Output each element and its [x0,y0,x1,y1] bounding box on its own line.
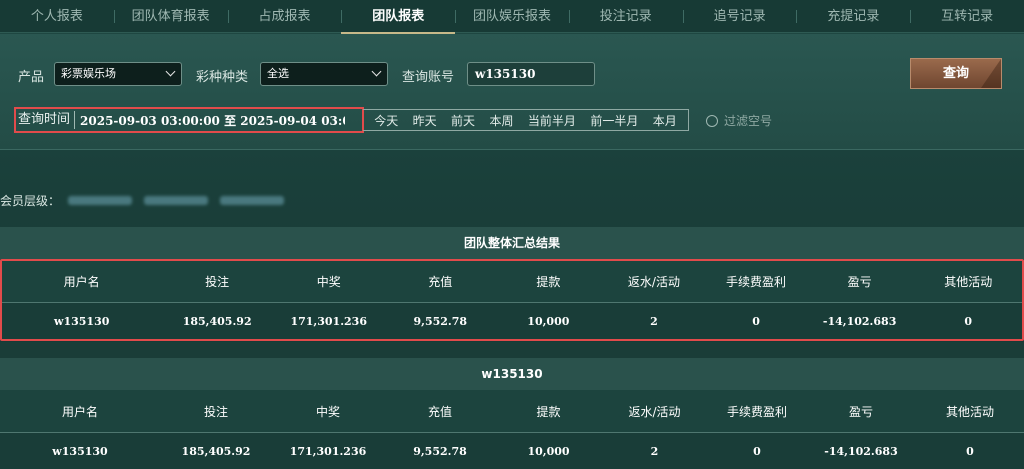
column-header: 投注 [203,404,228,419]
cell-deposit: 9,552.78 [413,444,467,458]
section-divider [0,342,1024,358]
cell-rebate: 2 [650,444,659,458]
column-header: 提款 [536,275,561,289]
cell-profit-loss: -14,102.683 [824,444,898,458]
table-row: w135130 185,405.92 171,301.236 9,552.78 … [2,303,1022,339]
detail-table: 用户名 投注 中奖 充值 提款 返水/活动 手续费盈利 盈亏 其他活动 w135… [0,390,1024,469]
column-header: 手续费盈利 [726,275,787,289]
tab-team-report[interactable]: 团队报表 [341,0,455,34]
column-header: 盈亏 [847,275,872,289]
summary-header-row: 用户名 投注 中奖 充值 提款 返水/活动 手续费盈利 盈亏 其他活动 [2,261,1022,303]
column-header: 盈亏 [848,404,873,419]
redacted-level-2 [144,195,209,205]
column-header: 提款 [536,404,561,419]
member-level-label: 会员层级： [0,193,61,208]
quick-range-this-week[interactable]: 本周 [489,112,513,129]
cell-username[interactable]: w135130 [0,445,160,458]
tab-personal-report[interactable]: 个人报表 [0,0,114,33]
cell-other-activity: 0 [964,314,973,328]
summary-table: 用户名 投注 中奖 充值 提款 返水/活动 手续费盈利 盈亏 其他活动 w135… [0,259,1024,341]
quick-range-group: 今天 昨天 前天 本周 当前半月 前一半月 本月 [363,109,689,131]
redacted-level-1 [68,195,133,205]
summary-title: 团队整体汇总结果 [0,227,1024,259]
query-time-input[interactable]: 2025-09-03 03:00:00 至 2025-09-04 03:00:0… [75,112,345,129]
column-header: 用户名 [63,275,100,289]
cell-deposit: 9,552.78 [413,314,468,328]
filter-panel: 产品 彩票娱乐场 彩种种类 全选 查询账号 w135130 查询 查询时间 20… [0,34,1024,150]
column-header: 充值 [427,404,452,419]
cell-username: w135130 [53,314,110,328]
column-header: 投注 [205,275,230,289]
query-button[interactable]: 查询 [910,58,1002,89]
query-time-range[interactable]: 查询时间 2025-09-03 03:00:00 至 2025-09-04 03… [14,107,364,133]
quick-range-previous-half-month[interactable]: 前一半月 [590,112,638,129]
column-header: 返水/活动 [628,404,681,419]
column-header: 返水/活动 [627,275,680,289]
quick-range-yesterday[interactable]: 昨天 [413,112,437,129]
tab-chase-records[interactable]: 追号记录 [682,0,797,33]
quick-range-current-half-month[interactable]: 当前半月 [528,112,576,129]
cell-bet: 185,405.92 [181,444,251,458]
tab-deposit-withdraw-records[interactable]: 充提记录 [796,0,910,33]
quick-range-this-month[interactable]: 本月 [653,112,677,129]
redacted-level-3 [220,195,285,205]
filter-empty-label: 过滤空号 [724,114,773,128]
query-time-label: 查询时间 [16,111,76,129]
detail-title: w135130 [0,358,1024,390]
product-select[interactable]: 彩票娱乐场 [54,62,182,86]
product-label: 产品 [18,70,45,85]
detail-header-row: 用户名 投注 中奖 充值 提款 返水/活动 手续费盈利 盈亏 其他活动 [0,390,1024,433]
tab-transfer-records[interactable]: 互转记录 [910,0,1024,33]
chevron-down-icon [371,66,382,77]
tab-team-sports-report[interactable]: 团队体育报表 [113,0,228,33]
column-header: 其他活动 [944,275,993,289]
cell-rebate: 2 [650,314,658,328]
lottery-type-select-value: 全选 [267,67,289,80]
cell-fee-profit: 0 [753,444,761,458]
account-input[interactable]: w135130 [467,62,595,86]
report-tabs: 个人报表 团队体育报表 占成报表 团队报表 团队娱乐报表 投注记录 追号记录 充… [0,0,1024,34]
lottery-type-select[interactable]: 全选 [260,62,388,86]
product-select-value: 彩票娱乐场 [61,67,116,80]
cell-withdraw: 10,000 [527,444,570,458]
column-header: 用户名 [61,404,98,419]
tab-team-entertainment-report[interactable]: 团队娱乐报表 [455,0,569,33]
quick-range-day-before[interactable]: 前天 [451,112,475,129]
column-header: 中奖 [315,404,340,419]
table-row: w135130 185,405.92 171,301.236 9,552.78 … [0,433,1024,469]
cell-withdraw: 10,000 [527,314,570,328]
cell-win: 171,301.236 [289,444,367,458]
lottery-type-label: 彩种种类 [196,70,249,85]
column-header: 中奖 [316,275,341,289]
chevron-down-icon [165,66,176,77]
account-label: 查询账号 [402,70,455,85]
member-level-row: 会员层级： [0,190,296,210]
column-header: 充值 [428,275,453,289]
cell-other-activity: 0 [966,444,974,458]
column-header: 其他活动 [945,404,994,419]
column-header: 手续费盈利 [726,404,787,419]
cell-bet: 185,405.92 [182,314,252,328]
cell-profit-loss: -14,102.683 [822,314,897,328]
radio-icon[interactable] [706,114,718,127]
cell-win: 171,301.236 [290,314,367,328]
filter-empty-toggle[interactable]: 过滤空号 [706,112,772,129]
tab-bet-records[interactable]: 投注记录 [568,0,683,33]
tab-share-report[interactable]: 占成报表 [227,0,342,33]
cell-fee-profit: 0 [752,314,760,328]
quick-range-today[interactable]: 今天 [374,112,398,129]
